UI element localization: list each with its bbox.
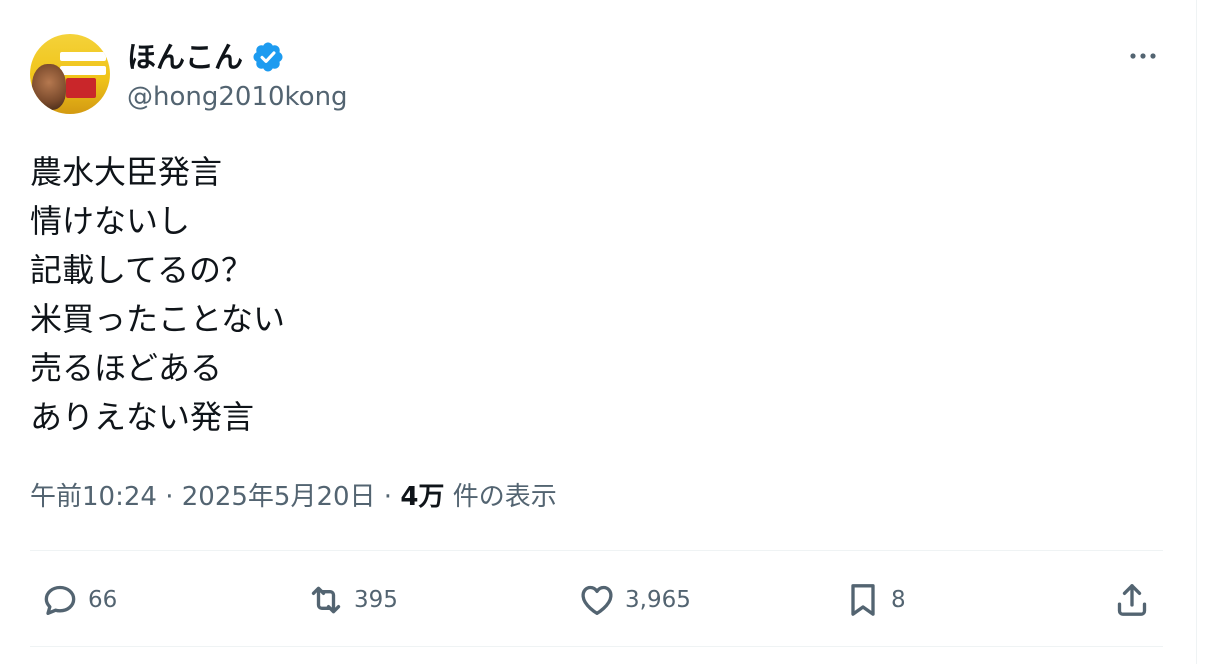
avatar-face [32, 64, 66, 110]
avatar-book-title [66, 78, 96, 98]
tweet-line: ありえない発言 [30, 398, 255, 436]
retweet-count: 395 [354, 587, 398, 613]
tweet-time[interactable]: 午前10:24 [30, 482, 157, 512]
meta-separator: · [165, 482, 174, 512]
avatar-book-detail [60, 52, 106, 61]
bookmark-button[interactable]: 8 [843, 578, 906, 622]
reply-button[interactable]: 66 [40, 578, 117, 622]
divider [30, 550, 1163, 551]
tweet-line: 売るほどある [30, 349, 223, 387]
tweet-text: 農水大臣発言 情けないし 記載してるの？ 米買ったことない 売るほどある ありえ… [30, 148, 285, 442]
user-handle[interactable]: @hong2010kong [127, 80, 348, 114]
more-horizontal-icon[interactable] [1125, 44, 1161, 68]
display-name[interactable]: ほんこん [127, 38, 243, 76]
verified-badge-icon [253, 42, 283, 72]
share-button[interactable] [1112, 578, 1152, 622]
like-button[interactable]: 3,965 [577, 578, 691, 622]
retweet-button[interactable]: 395 [306, 578, 398, 622]
bookmark-count: 8 [891, 587, 906, 613]
tweet-line: 農水大臣発言 [30, 153, 223, 191]
tweet-date[interactable]: 2025年5月20日 [182, 482, 376, 512]
bookmark-icon [851, 584, 875, 616]
share-icon [1117, 584, 1147, 616]
views-count[interactable]: 4万 [400, 482, 444, 512]
reply-count: 66 [88, 587, 118, 613]
reply-icon [44, 585, 76, 615]
divider [30, 646, 1163, 647]
tweet-meta: 午前10:24 · 2025年5月20日 · 4万 件の表示 [30, 479, 557, 515]
avatar[interactable] [30, 34, 110, 114]
avatar-book-detail [60, 66, 106, 75]
retweet-icon [311, 586, 341, 614]
heart-icon [581, 585, 613, 615]
views-label: 件の表示 [452, 482, 557, 512]
tweet-line: 米買ったことない [30, 300, 286, 338]
column-border [1196, 0, 1197, 664]
meta-separator: · [383, 482, 393, 512]
tweet-line: 情けないし [30, 202, 191, 240]
tweet-line: 記載してるの？ [30, 251, 254, 289]
like-count: 3,965 [625, 587, 691, 613]
